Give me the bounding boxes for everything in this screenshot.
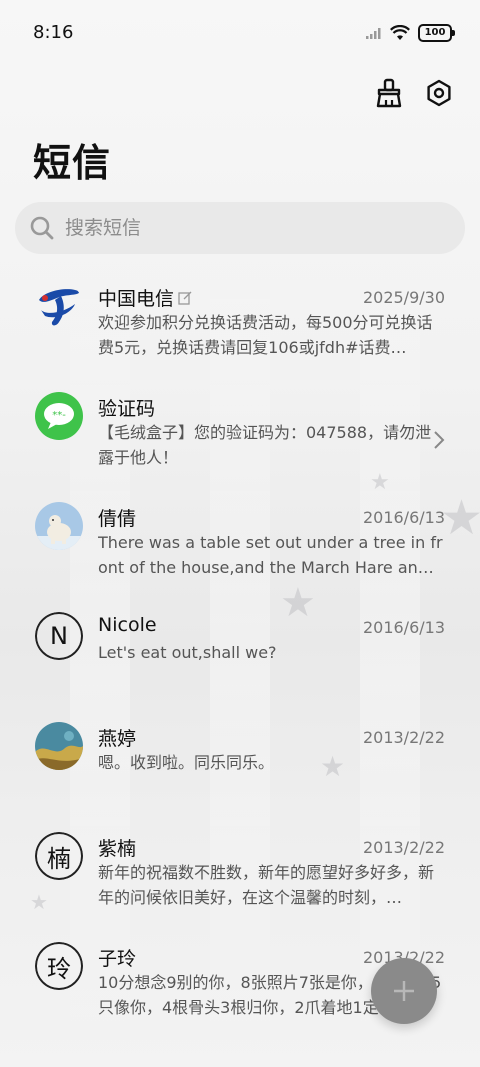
conversation-preview: 欢迎参加积分兑换话费活动，每500分可兑换话费5元，兑换话费请回复106或jfd… <box>98 313 433 357</box>
message-bubble-icon: **- <box>35 392 83 440</box>
conversation-preview: 嗯。收到啦。同乐同乐。 <box>98 753 275 772</box>
conversation-name: 验证码 <box>98 394 155 421</box>
conversation-name: 燕婷 <box>98 724 136 751</box>
avatar: N <box>35 612 83 660</box>
status-bar: 8:16 100 <box>0 0 480 68</box>
avatar-letter: 楠 <box>35 832 83 880</box>
conversation-item[interactable]: 中国电信 2025/9/30 欢迎参加积分兑换话费活动，每500分可兑换话费5元… <box>0 268 480 378</box>
conversation-item[interactable]: **- 验证码 【毛绒盒子】您的验证码为：047588，请勿泄露于他人！ <box>0 378 480 488</box>
avatar: 楠 <box>35 832 83 880</box>
conversation-name-text: 紫楠 <box>98 838 137 860</box>
china-telecom-logo <box>35 282 83 330</box>
search-icon <box>30 216 54 240</box>
conversation-name-text: 子玲 <box>98 948 137 970</box>
battery-icon: 100 <box>418 24 455 42</box>
polar-bear-photo <box>35 502 83 550</box>
conversation-item[interactable]: N Nicole 2016/6/13 Let's eat out,shall w… <box>0 598 480 708</box>
wifi-icon <box>390 25 410 40</box>
conversation-date: 2016/6/13 <box>362 508 445 527</box>
conversation-name-text: 中国电信 <box>98 288 175 310</box>
conversation-preview: There was a table set out under a tree i… <box>98 533 443 577</box>
conversation-name: 紫楠 <box>98 834 136 861</box>
conversation-name: 子玲 <box>98 944 136 971</box>
plus-icon <box>394 981 414 1001</box>
conversation-name-text: 倩倩 <box>98 508 137 530</box>
avatar-letter: N <box>35 612 83 660</box>
chevron-right-icon[interactable] <box>432 430 446 450</box>
conversation-date: 2016/6/13 <box>362 618 445 637</box>
conversation-name-text: Nicole <box>98 614 157 636</box>
conversation-date: 2025/9/30 <box>362 288 445 307</box>
clean-icon[interactable] <box>374 78 404 108</box>
avatar-letter: 玲 <box>35 942 83 990</box>
conversation-list: 中国电信 2025/9/30 欢迎参加积分兑换话费活动，每500分可兑换话费5元… <box>0 268 480 1038</box>
conversation-date: 2013/2/22 <box>362 838 445 857</box>
status-time: 8:16 <box>33 22 74 43</box>
conversation-name: 中国电信 <box>98 284 192 311</box>
status-icons: 100 <box>366 24 455 42</box>
settings-icon[interactable] <box>424 78 454 108</box>
avatar: 玲 <box>35 942 83 990</box>
conversation-name-text: 验证码 <box>98 398 156 420</box>
conversation-name: 倩倩 <box>98 504 136 531</box>
search-bar[interactable] <box>15 202 465 254</box>
page-title: 短信 <box>33 141 112 185</box>
conversation-preview: 【毛绒盒子】您的验证码为：047588，请勿泄露于他人！ <box>98 423 432 467</box>
edit-icon <box>178 291 192 305</box>
conversation-item[interactable]: 楠 紫楠 2013/2/22 新年的祝福数不胜数，新年的愿望好多好多，新年的问候… <box>0 818 480 928</box>
new-message-button[interactable] <box>371 958 437 1024</box>
header-actions <box>374 78 454 108</box>
landscape-photo <box>35 722 83 770</box>
signal-icon <box>366 28 381 39</box>
conversation-name: Nicole <box>98 614 157 636</box>
search-input[interactable] <box>63 216 427 240</box>
conversation-date: 2013/2/22 <box>362 728 445 747</box>
conversation-name-text: 燕婷 <box>98 728 137 750</box>
conversation-preview: 新年的祝福数不胜数，新年的愿望好多好多，新年的问候依旧美好，在这个温馨的时刻，… <box>98 863 435 907</box>
conversation-item[interactable]: 燕婷 2013/2/22 嗯。收到啦。同乐同乐。 <box>0 708 480 818</box>
svg-text:**-: **- <box>52 410 66 421</box>
conversation-item[interactable]: 倩倩 2016/6/13 There was a table set out u… <box>0 488 480 598</box>
conversation-preview: Let's eat out,shall we? <box>98 643 277 662</box>
